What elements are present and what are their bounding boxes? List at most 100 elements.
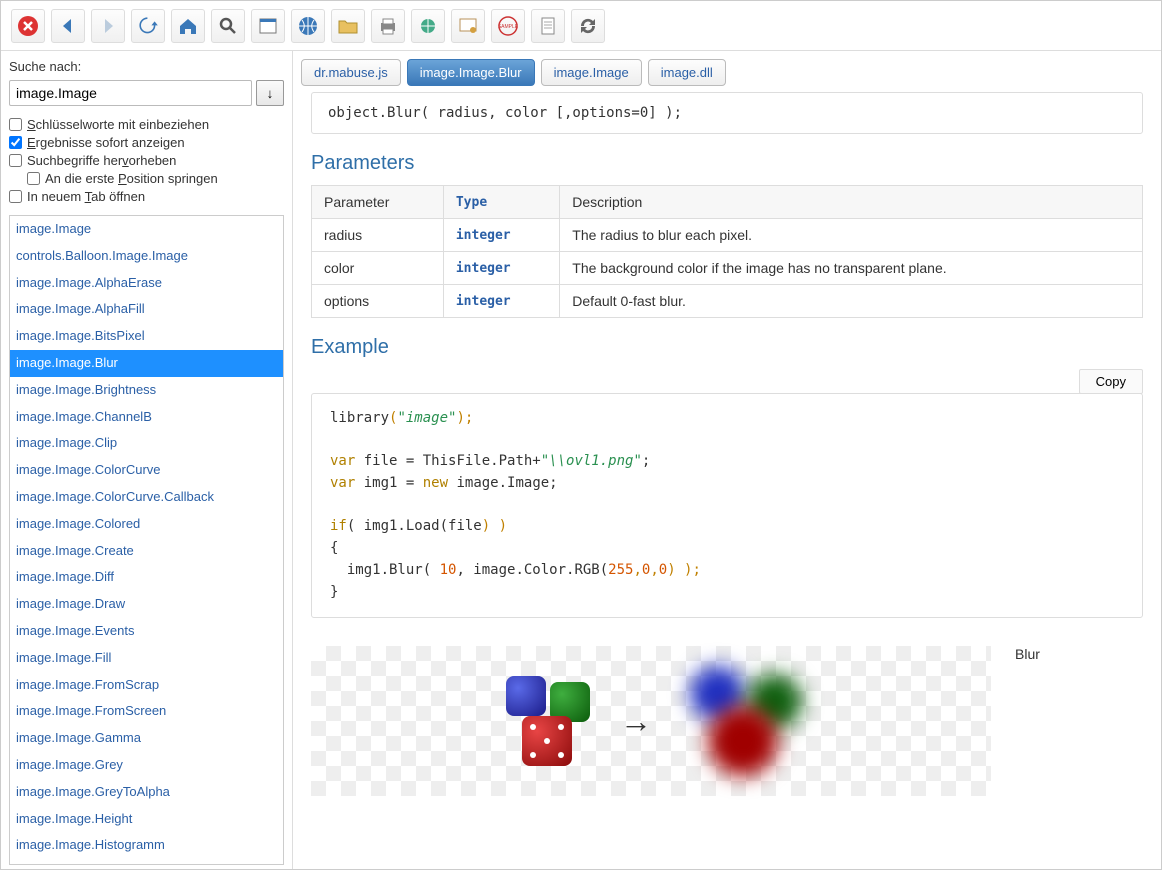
- checkbox-newtab[interactable]: In neuem Tab öffnen: [9, 189, 284, 204]
- result-item[interactable]: image.Image.AlphaFill: [10, 296, 283, 323]
- result-item[interactable]: image.Image.AlphaErase: [10, 270, 283, 297]
- search-input[interactable]: [9, 80, 252, 106]
- close-button[interactable]: [11, 9, 45, 43]
- sample-stamp-button[interactable]: SAMPLE: [491, 9, 525, 43]
- home-icon: [177, 15, 199, 37]
- new-window-button[interactable]: [251, 9, 285, 43]
- tab[interactable]: image.Image.Blur: [407, 59, 535, 86]
- world-icon: [297, 15, 319, 37]
- forward-icon: [97, 15, 119, 37]
- print-icon: [377, 15, 399, 37]
- results-list[interactable]: image.Imagecontrols.Balloon.Image.Imagei…: [9, 215, 284, 865]
- result-item[interactable]: image.Image.ColorCurve.Callback: [10, 484, 283, 511]
- param-type: integer: [443, 219, 559, 252]
- checkbox-keywords-label: Schlüsselworte mit einbeziehen: [27, 117, 209, 132]
- result-item[interactable]: image.Image.ChannelB: [10, 404, 283, 431]
- heading-parameters: Parameters: [311, 152, 1143, 175]
- param-desc: The background color if the image has no…: [560, 252, 1143, 285]
- param-type: integer: [443, 252, 559, 285]
- result-item[interactable]: controls.Balloon.Image.Image: [10, 243, 283, 270]
- result-item[interactable]: image.Image.FromScrap: [10, 672, 283, 699]
- result-item[interactable]: image.Image.Histogramm.Channel: [10, 859, 283, 865]
- th-type: Type: [443, 186, 559, 219]
- tab[interactable]: image.Image: [541, 59, 642, 86]
- heading-example: Example: [311, 336, 1143, 359]
- search-go-button[interactable]: ↓: [256, 80, 284, 106]
- sync-button[interactable]: [571, 9, 605, 43]
- checkbox-keywords-input[interactable]: [9, 118, 22, 131]
- result-item[interactable]: image.Image.Clip: [10, 430, 283, 457]
- doc-view[interactable]: object.Blur( radius, color [,options=0] …: [293, 92, 1161, 869]
- copy-button[interactable]: Copy: [1079, 369, 1143, 394]
- param-desc: The radius to blur each pixel.: [560, 219, 1143, 252]
- find-button[interactable]: [211, 9, 245, 43]
- checkbox-jump[interactable]: An die erste Position springen: [27, 171, 284, 186]
- document-button[interactable]: [531, 9, 565, 43]
- result-item[interactable]: image.Image.Blur: [10, 350, 283, 377]
- result-item[interactable]: image.Image.FromScreen: [10, 698, 283, 725]
- forward-button[interactable]: [91, 9, 125, 43]
- result-item[interactable]: image.Image: [10, 216, 283, 243]
- checkbox-highlight[interactable]: Suchbegriffe hervorheben: [9, 153, 284, 168]
- refresh-button[interactable]: [131, 9, 165, 43]
- back-button[interactable]: [51, 9, 85, 43]
- tab-bar: dr.mabuse.jsimage.Image.Blurimage.Imagei…: [293, 51, 1161, 92]
- tab[interactable]: dr.mabuse.js: [301, 59, 401, 86]
- refresh-icon: [137, 15, 159, 37]
- result-item[interactable]: image.Image.Gamma: [10, 725, 283, 752]
- result-item[interactable]: image.Image.Create: [10, 538, 283, 565]
- checkbox-newtab-label: In neuem Tab öffnen: [27, 189, 145, 204]
- app-window: SAMPLE Suche nach: ↓ Schlüsselworte mit …: [0, 0, 1162, 870]
- checkbox-highlight-label: Suchbegriffe hervorheben: [27, 153, 176, 168]
- close-icon: [17, 15, 39, 37]
- back-icon: [57, 15, 79, 37]
- example-image-row: → Blur: [311, 646, 1143, 796]
- checkbox-jump-input[interactable]: [27, 172, 40, 185]
- checkbox-keywords[interactable]: Schlüsselworte mit einbeziehen: [9, 117, 284, 132]
- sync-icon: [577, 15, 599, 37]
- param-row: radiusintegerThe radius to blur each pix…: [312, 219, 1143, 252]
- result-item[interactable]: image.Image.Events: [10, 618, 283, 645]
- checkbox-instant[interactable]: Ergebnisse sofort anzeigen: [9, 135, 284, 150]
- world-button[interactable]: [291, 9, 325, 43]
- checkbox-newtab-input[interactable]: [9, 190, 22, 203]
- dice-original: [500, 676, 590, 766]
- certificate-button[interactable]: [451, 9, 485, 43]
- checkbox-instant-input[interactable]: [9, 136, 22, 149]
- sample-stamp-icon: SAMPLE: [497, 15, 519, 37]
- result-item[interactable]: image.Image.Fill: [10, 645, 283, 672]
- result-item[interactable]: image.Image.Grey: [10, 752, 283, 779]
- example-image: →: [311, 646, 991, 796]
- globe-small-button[interactable]: [411, 9, 445, 43]
- sidebar: Suche nach: ↓ Schlüsselworte mit einbezi…: [1, 51, 293, 869]
- result-item[interactable]: image.Image.Brightness: [10, 377, 283, 404]
- dice-blurred: [682, 666, 802, 776]
- result-item[interactable]: image.Image.GreyToAlpha: [10, 779, 283, 806]
- search-label: Suche nach:: [9, 59, 284, 74]
- th-parameter: Parameter: [312, 186, 444, 219]
- result-item[interactable]: image.Image.BitsPixel: [10, 323, 283, 350]
- result-item[interactable]: image.Image.Height: [10, 806, 283, 833]
- checkbox-instant-label: Ergebnisse sofort anzeigen: [27, 135, 185, 150]
- print-button[interactable]: [371, 9, 405, 43]
- result-item[interactable]: image.Image.Draw: [10, 591, 283, 618]
- checkbox-highlight-input[interactable]: [9, 154, 22, 167]
- image-caption: Blur: [1015, 646, 1040, 662]
- result-item[interactable]: image.Image.Histogramm: [10, 832, 283, 859]
- globe-small-icon: [417, 15, 439, 37]
- result-item[interactable]: image.Image.Diff: [10, 564, 283, 591]
- home-button[interactable]: [171, 9, 205, 43]
- param-type: integer: [443, 285, 559, 318]
- arrow-icon: →: [620, 703, 652, 740]
- result-item[interactable]: image.Image.ColorCurve: [10, 457, 283, 484]
- folder-button[interactable]: [331, 9, 365, 43]
- find-icon: [217, 15, 239, 37]
- example-code: library("image"); var file = ThisFile.Pa…: [311, 393, 1143, 618]
- svg-text:SAMPLE: SAMPLE: [498, 24, 519, 30]
- result-item[interactable]: image.Image.Colored: [10, 511, 283, 538]
- document-icon: [537, 15, 559, 37]
- toolbar: SAMPLE: [1, 1, 1161, 51]
- param-name: color: [312, 252, 444, 285]
- tab[interactable]: image.dll: [648, 59, 726, 86]
- main-area: Suche nach: ↓ Schlüsselworte mit einbezi…: [1, 51, 1161, 869]
